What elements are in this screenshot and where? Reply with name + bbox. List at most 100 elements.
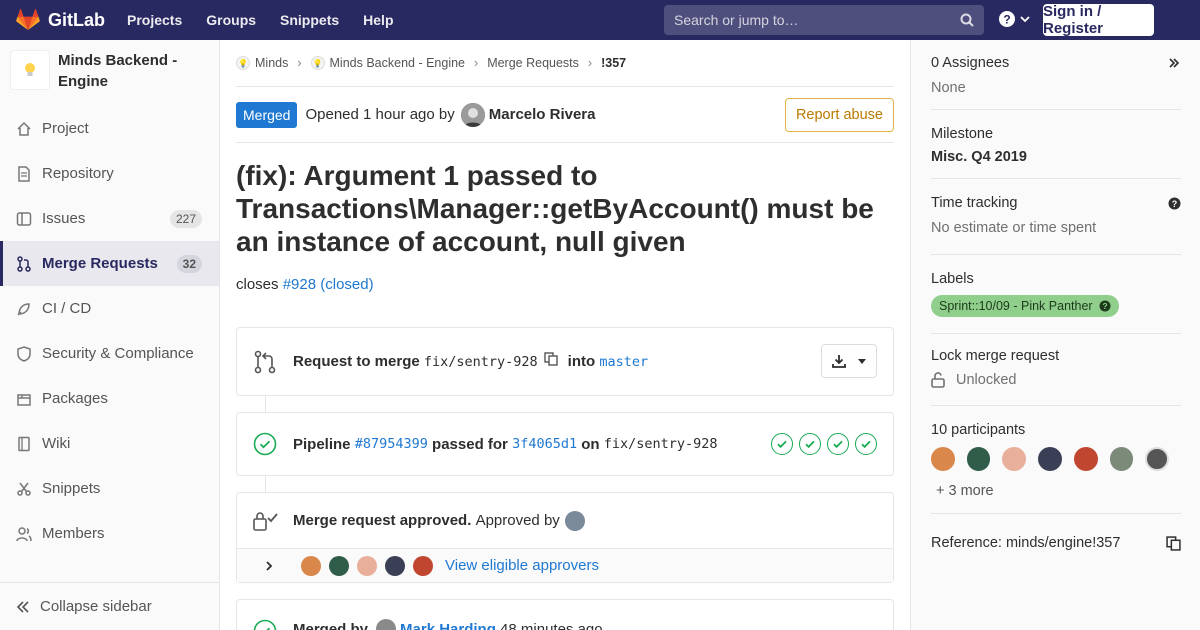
sidebar-item-label: Security & Compliance: [42, 345, 194, 362]
help-dropdown[interactable]: ?: [998, 10, 1031, 28]
author-avatar[interactable]: [460, 102, 485, 127]
doc-icon: [18, 165, 30, 182]
sidebar-item-ci-cd[interactable]: CI / CD: [0, 286, 219, 331]
pipeline-stage-passed-icon[interactable]: [799, 433, 821, 455]
eligible-approver-avatar[interactable]: [329, 555, 349, 576]
copy-icon[interactable]: [543, 351, 558, 366]
sidebar-item-label: Members: [42, 525, 105, 542]
svg-text:?: ?: [1102, 301, 1107, 311]
assignees-title: 0 Assignees: [931, 55, 1010, 71]
svg-text:?: ?: [1172, 199, 1178, 209]
participant-avatar[interactable]: [1145, 447, 1169, 471]
pipeline-stage-passed-icon[interactable]: [855, 433, 877, 455]
breadcrumb-mr-id[interactable]: !357: [601, 56, 626, 70]
page-title: (fix): Argument 1 passed to Transactions…: [236, 160, 874, 257]
nav-groups[interactable]: Groups: [206, 12, 256, 28]
nav-help[interactable]: Help: [363, 12, 393, 28]
participant-avatar[interactable]: [931, 447, 955, 471]
collapse-sidebar-button[interactable]: Collapse sidebar: [0, 582, 220, 630]
target-branch[interactable]: master: [599, 354, 648, 370]
breadcrumb-merge-requests[interactable]: Merge Requests: [487, 56, 579, 70]
sidebar-item-label: Project: [42, 120, 89, 137]
sidebar-item-wiki[interactable]: Wiki: [0, 421, 219, 466]
lock-open-icon: [931, 372, 945, 388]
assignees-block: 0 Assignees None: [931, 40, 1181, 110]
main-content: 💡 Minds › 💡 Minds Backend - Engine › Mer…: [236, 40, 894, 630]
opened-text: Opened 1 hour ago by: [305, 106, 455, 123]
collapse-right-sidebar-icon[interactable]: [1167, 56, 1181, 70]
time-tracking-block: Time tracking No estimate or time spent …: [931, 179, 1181, 255]
project-header[interactable]: Minds Backend - Engine: [0, 40, 219, 106]
approval-widget: Merge request approved. Approved by View…: [236, 492, 894, 583]
participant-avatar[interactable]: [966, 447, 991, 471]
nav-projects[interactable]: Projects: [127, 12, 182, 28]
sidebar-item-snippets[interactable]: Snippets: [0, 466, 219, 511]
sidebar-item-packages[interactable]: Packages: [0, 376, 219, 421]
status-success-icon: [253, 619, 277, 630]
merged-by-label: Merged by: [293, 620, 369, 630]
eligible-approver-avatar[interactable]: [357, 555, 377, 576]
eligible-approver-avatar[interactable]: [385, 555, 405, 576]
report-abuse-button[interactable]: Report abuse: [784, 98, 894, 132]
milestone-block: Milestone Misc. Q4 2019: [931, 110, 1181, 179]
gitlab-logo[interactable]: GitLab: [16, 9, 105, 31]
participant-avatar[interactable]: [1109, 447, 1134, 471]
merge-request-icon: [254, 350, 276, 374]
copy-icon[interactable]: [1166, 536, 1181, 551]
sidebar-item-merge-requests[interactable]: Merge Requests 32: [0, 241, 219, 286]
chevron-right-icon[interactable]: [263, 560, 275, 572]
pipeline-stage-passed-icon[interactable]: [827, 433, 849, 455]
merger-link[interactable]: Mark Harding: [400, 621, 496, 630]
question-circle-icon[interactable]: ?: [1168, 197, 1181, 210]
timeline-connector: [265, 476, 266, 492]
breadcrumb-project[interactable]: Minds Backend - Engine: [330, 56, 466, 70]
view-eligible-approvers-link[interactable]: View eligible approvers: [445, 557, 599, 574]
source-branch[interactable]: fix/sentry-928: [424, 354, 538, 370]
lightbulb-icon: [25, 63, 35, 76]
package-icon: [17, 393, 31, 406]
sidebar-item-members[interactable]: Members: [0, 511, 219, 556]
collapse-label: Collapse sidebar: [40, 598, 152, 615]
sidebar-item-repository[interactable]: Repository: [0, 151, 219, 196]
label-pill[interactable]: Sprint::10/09 - Pink Panther ?: [931, 295, 1119, 317]
pipeline-label: Pipeline: [293, 435, 351, 453]
participant-avatar[interactable]: [1038, 447, 1062, 471]
breadcrumb-separator: ›: [587, 56, 593, 70]
sidebar-item-label: Wiki: [42, 435, 71, 452]
participant-avatar[interactable]: [1002, 447, 1027, 471]
sidebar-item-project[interactable]: Project: [0, 106, 219, 151]
pipeline-stage-passed-icon[interactable]: [771, 433, 793, 455]
approver-avatar[interactable]: [564, 510, 585, 531]
download-dropdown[interactable]: [821, 344, 877, 378]
scissors-icon: [17, 482, 31, 496]
double-chevron-left-icon: [16, 600, 29, 613]
commit-link[interactable]: 3f4065d1: [512, 436, 577, 452]
merger-avatar[interactable]: [376, 619, 397, 630]
pipeline-id-link[interactable]: #87954399: [355, 436, 428, 452]
participants-more[interactable]: + 3 more: [936, 483, 1181, 499]
milestone-value[interactable]: Misc. Q4 2019: [931, 149, 1181, 165]
labels-title: Labels: [931, 271, 974, 287]
lock-value-row: Unlocked: [931, 372, 1181, 388]
question-circle-icon: ?: [999, 11, 1015, 27]
eligible-approver-avatar[interactable]: [413, 555, 433, 576]
breadcrumb-separator: ›: [474, 56, 479, 70]
search-input[interactable]: [674, 12, 960, 28]
sidebar-item-issues[interactable]: Issues 227: [0, 196, 219, 241]
eligible-approver-avatar[interactable]: [301, 555, 321, 576]
breadcrumb-minds[interactable]: Minds: [255, 56, 288, 70]
approved-by-label: Approved by: [475, 512, 560, 529]
participant-avatar[interactable]: [1073, 447, 1098, 471]
sidebar-item-security-compliance[interactable]: Security & Compliance: [0, 331, 219, 376]
nav-snippets[interactable]: Snippets: [280, 12, 339, 28]
tanuki-icon: [16, 9, 40, 30]
author-link[interactable]: Marcelo Rivera: [489, 106, 596, 123]
approval-lock-icon: [253, 512, 278, 531]
lock-value: Unlocked: [956, 372, 1017, 388]
search-box[interactable]: [664, 5, 984, 35]
sign-in-button[interactable]: Sign in / Register: [1043, 3, 1154, 37]
closes-issue-link[interactable]: #928 (closed): [283, 276, 374, 293]
pipeline-branch[interactable]: fix/sentry-928: [604, 436, 718, 452]
participant-avatars: [931, 447, 1181, 471]
rocket-icon: [17, 302, 30, 316]
